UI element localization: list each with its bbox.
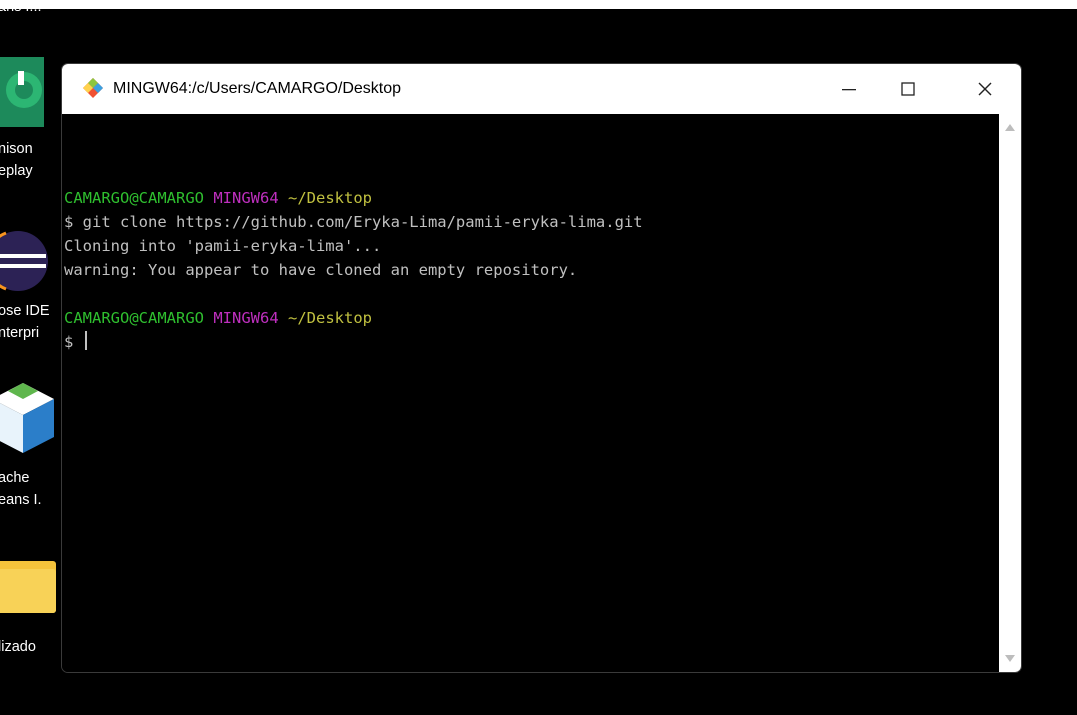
prompt-user: CAMARGO@CAMARGO [64,189,204,207]
eclipse-ide-icon[interactable] [0,221,58,301]
close-button[interactable] [955,64,1015,114]
terminal-window[interactable]: MINGW64:/c/Users/CAMARGO/Desktop CAMARGO… [61,63,1022,673]
maximize-icon [901,82,915,96]
minimize-button[interactable] [819,64,879,114]
vertical-scrollbar[interactable] [999,114,1021,672]
folder-icon[interactable] [0,561,56,613]
input-line[interactable]: $ [64,330,87,354]
desktop-item-label[interactable]: eplay [0,160,33,182]
desktop-item-label[interactable]: ose IDE [0,300,50,322]
text-cursor [84,331,87,350]
scroll-down-arrow-icon[interactable] [1005,655,1015,662]
output-line: Cloning into 'pamii-eryka-lima'... [64,237,382,255]
desktop: ans I... nison eplay ose IDE nterpri ach… [0,9,1077,715]
desktop-item-label[interactable]: nison [0,138,33,160]
prompt-line: CAMARGO@CAMARGO MINGW64 ~/Desktop [64,306,372,330]
desktop-item-label[interactable]: ache [0,467,29,489]
desktop-item-label[interactable]: lizado [0,636,36,658]
prompt-env: MINGW64 [213,309,279,327]
terminal-output[interactable]: CAMARGO@CAMARGO MINGW64 ~/Desktop $ git … [62,114,999,672]
desktop-item-label[interactable]: ans I... [0,9,42,18]
scroll-up-arrow-icon[interactable] [1005,124,1015,131]
desktop-app-green-icon[interactable] [0,57,44,127]
command-line: $ git clone https://github.com/Eryka-Lim… [64,213,643,231]
minimize-icon [842,89,856,91]
prompt-user: CAMARGO@CAMARGO [64,309,204,327]
netbeans-icon[interactable] [0,379,58,459]
window-title: MINGW64:/c/Users/CAMARGO/Desktop [113,80,402,97]
close-icon [978,82,992,96]
maximize-button[interactable] [878,64,938,114]
title-bar[interactable]: MINGW64:/c/Users/CAMARGO/Desktop [62,64,1021,114]
git-app-icon [82,77,104,99]
desktop-item-label[interactable]: eans I. [0,489,42,511]
prompt-path: ~/Desktop [288,189,372,207]
prompt-env: MINGW64 [213,189,279,207]
output-line: warning: You appear to have cloned an em… [64,261,578,279]
input-prompt: $ [64,333,74,351]
desktop-item-label[interactable]: nterpri [0,322,39,344]
prompt-path: ~/Desktop [288,309,372,327]
prompt-line: CAMARGO@CAMARGO MINGW64 ~/Desktop [64,186,372,210]
